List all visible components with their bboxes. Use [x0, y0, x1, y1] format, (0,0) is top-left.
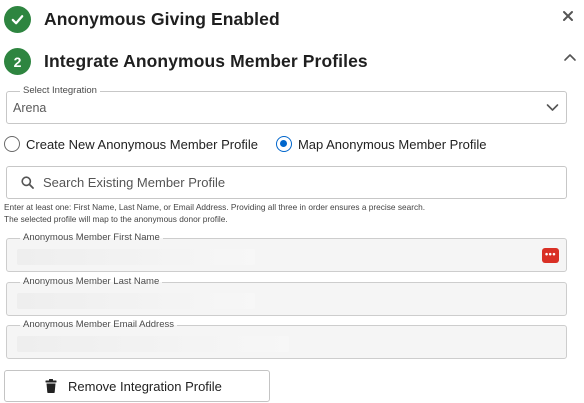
mapping-help-text: The selected profile will map to the ano… — [4, 214, 228, 224]
map-profile-radio[interactable] — [275, 136, 292, 152]
redacted-value — [17, 249, 255, 265]
password-manager-icon[interactable]: ••• — [542, 248, 559, 263]
create-new-profile-radio[interactable] — [4, 136, 20, 152]
member-last-name-legend: Anonymous Member Last Name — [20, 276, 163, 288]
search-placeholder: Search Existing Member Profile — [43, 175, 226, 190]
step-number: 2 — [13, 53, 22, 70]
map-profile-label[interactable]: Map Anonymous Member Profile — [298, 137, 487, 152]
member-last-name-field[interactable]: Anonymous Member Last Name — [6, 276, 567, 316]
integration-select[interactable]: Select Integration Arena — [6, 85, 567, 124]
close-icon[interactable] — [561, 9, 575, 23]
member-first-name-legend: Anonymous Member First Name — [20, 232, 163, 244]
chevron-down-icon — [546, 104, 559, 111]
search-icon — [21, 176, 34, 189]
member-first-name-field[interactable]: Anonymous Member First Name ••• — [6, 232, 567, 272]
integration-select-value: Arena — [13, 101, 47, 115]
member-email-field[interactable]: Anonymous Member Email Address — [6, 319, 567, 359]
chevron-up-icon[interactable] — [563, 49, 577, 61]
step-complete-check-icon — [4, 6, 31, 33]
member-email-legend: Anonymous Member Email Address — [20, 319, 178, 331]
step-2-title: Integrate Anonymous Member Profiles — [44, 51, 368, 71]
redacted-value — [17, 293, 255, 309]
remove-integration-profile-label: Remove Integration Profile — [68, 378, 222, 394]
step-number-badge: 2 — [4, 48, 31, 75]
member-profile-search-input[interactable]: Search Existing Member Profile — [6, 166, 567, 199]
search-help-text: Enter at least one: First Name, Last Nam… — [4, 202, 426, 212]
integration-select-legend: Select Integration — [20, 85, 100, 97]
step-2-header: 2 Integrate Anonymous Member Profiles — [4, 48, 368, 75]
create-new-profile-label[interactable]: Create New Anonymous Member Profile — [26, 137, 258, 152]
remove-integration-profile-button[interactable]: Remove Integration Profile — [4, 370, 270, 402]
redacted-value — [17, 336, 289, 352]
step-1-title: Anonymous Giving Enabled — [44, 9, 280, 29]
profile-mode-radio-group: Create New Anonymous Member Profile Map … — [4, 136, 487, 152]
step-1-header: Anonymous Giving Enabled — [4, 6, 280, 33]
trash-icon — [45, 379, 57, 393]
